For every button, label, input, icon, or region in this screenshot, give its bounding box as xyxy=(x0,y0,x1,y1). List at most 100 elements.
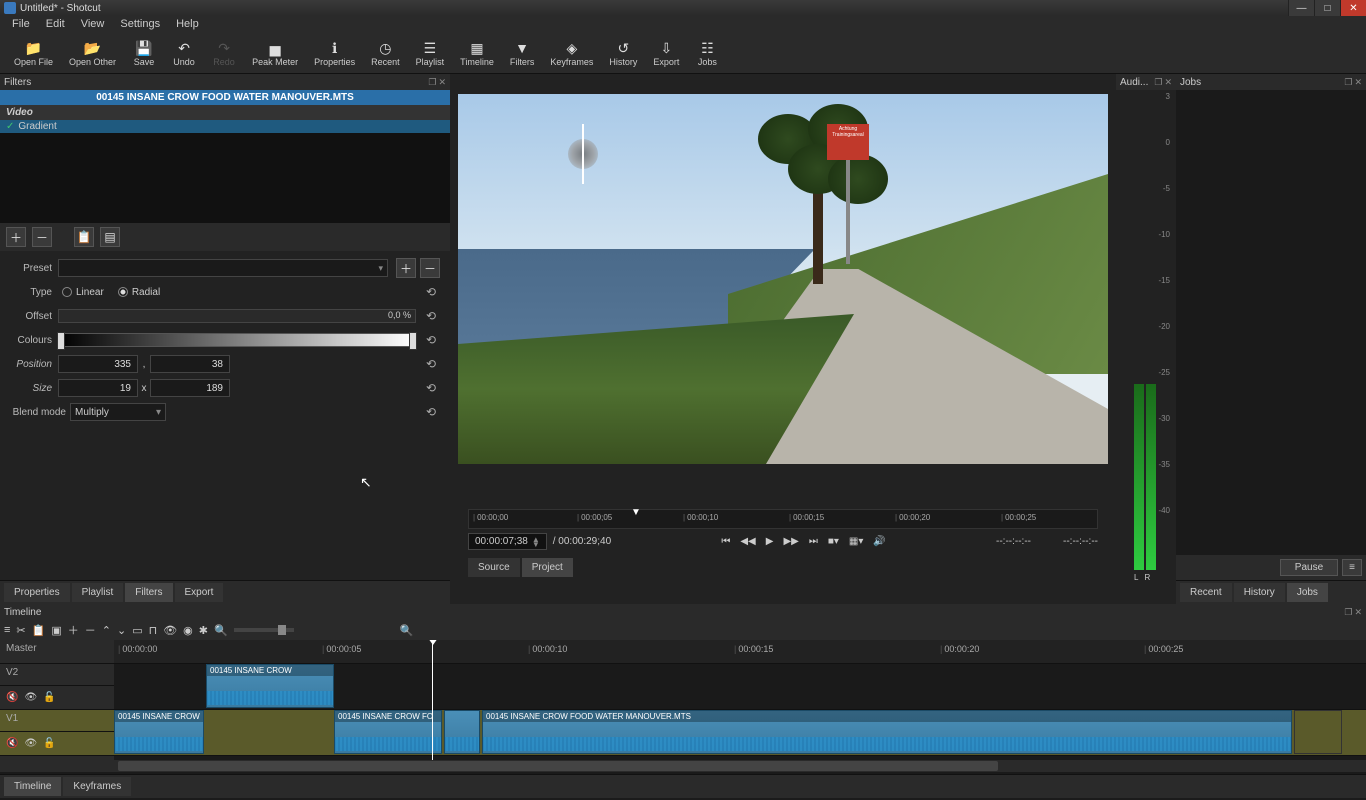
clip-v2[interactable]: 00145 INSANE CROW xyxy=(206,664,334,708)
filters-button[interactable]: ▼Filters xyxy=(502,38,543,69)
timeline-scrollbar[interactable] xyxy=(0,760,1366,772)
timeline-ruler[interactable]: 00:00:00 00:00:05 00:00:10 00:00:15 00:0… xyxy=(114,640,1366,664)
size-w-input[interactable]: 19 xyxy=(58,379,138,397)
tl-zoom-in-button[interactable]: 🔍 xyxy=(400,624,414,637)
radio-radial[interactable] xyxy=(118,287,128,297)
timeline-tracks[interactable]: 00:00:00 00:00:05 00:00:10 00:00:15 00:0… xyxy=(114,640,1366,760)
preset-remove-button[interactable]: － xyxy=(420,258,440,278)
clip-v1-d[interactable]: 00145 INSANE CROW FOOD WATER MANOUVER.MT… xyxy=(482,710,1292,754)
tl-zoom-slider[interactable] xyxy=(234,628,294,632)
size-h-input[interactable]: 189 xyxy=(150,379,230,397)
skip-start-button[interactable]: ⏮ xyxy=(721,536,730,547)
open-other-button[interactable]: 📂Open Other xyxy=(61,38,124,69)
preset-add-button[interactable]: ＋ xyxy=(396,258,416,278)
maximize-button[interactable]: □ xyxy=(1314,0,1340,16)
copy-filter-button[interactable]: 📋 xyxy=(74,227,94,247)
reset-size-button[interactable]: ⟲ xyxy=(422,381,440,395)
timecode-spin[interactable]: ▲▼ xyxy=(532,537,540,547)
tl-cut-button[interactable]: ✂ xyxy=(16,624,25,637)
gradient-stop-left[interactable] xyxy=(57,332,65,350)
tl-zoom-out-button[interactable]: 🔍 xyxy=(214,624,228,637)
tab-properties[interactable]: Properties xyxy=(4,583,70,602)
open-file-button[interactable]: 📁Open File xyxy=(6,38,61,69)
tl-overwrite-button[interactable]: ⌄ xyxy=(117,624,126,637)
track-v1[interactable]: V1 xyxy=(0,710,114,732)
filter-item-gradient[interactable]: ✓ Gradient xyxy=(0,120,450,133)
clip-v1-gap[interactable] xyxy=(1294,710,1342,754)
skip-end-button[interactable]: ⏭ xyxy=(809,536,818,547)
tab-export[interactable]: Export xyxy=(175,583,224,602)
tab-playlist[interactable]: Playlist xyxy=(72,583,124,602)
clip-v1-c[interactable] xyxy=(444,710,480,754)
lock-icon[interactable]: 🔓 xyxy=(43,738,55,749)
preview-ruler[interactable]: 00:00;00 00:00;05 00:00;10 00:00;15 00:0… xyxy=(468,509,1098,529)
close-icon[interactable]: ✕ xyxy=(1164,77,1172,87)
menu-help[interactable]: Help xyxy=(168,16,207,34)
tl-ripple-all-button[interactable]: ✱ xyxy=(199,624,208,637)
clip-v1-a[interactable]: 00145 INSANE CROW xyxy=(114,710,204,754)
tab-recent[interactable]: Recent xyxy=(1180,583,1232,602)
history-button[interactable]: ↺History xyxy=(601,38,645,69)
reset-offset-button[interactable]: ⟲ xyxy=(422,309,440,323)
radio-linear[interactable] xyxy=(62,287,72,297)
tab-filters[interactable]: Filters xyxy=(125,583,172,602)
menu-edit[interactable]: Edit xyxy=(38,16,73,34)
tl-insert-button[interactable]: ▭ xyxy=(132,624,142,637)
preview-playhead-icon[interactable]: ▼ xyxy=(631,507,641,518)
tl-paste-button[interactable]: ▣ xyxy=(51,624,61,637)
keyframes-button[interactable]: ◈Keyframes xyxy=(542,38,601,69)
eye-icon[interactable]: 👁 xyxy=(24,692,37,703)
recent-button[interactable]: ◷Recent xyxy=(363,38,408,69)
position-y-input[interactable]: 38 xyxy=(150,355,230,373)
lock-icon[interactable]: 🔓 xyxy=(43,692,55,703)
reset-colours-button[interactable]: ⟲ xyxy=(422,333,440,347)
tl-lift-button[interactable]: ⌃ xyxy=(102,624,111,637)
peak-meter-button[interactable]: ▅Peak Meter xyxy=(244,38,306,69)
check-icon[interactable]: ✓ xyxy=(6,121,14,132)
tl-ripple-button[interactable]: ◉ xyxy=(183,624,193,637)
tab-jobs[interactable]: Jobs xyxy=(1287,583,1328,602)
minimize-button[interactable]: — xyxy=(1288,0,1314,16)
tab-history[interactable]: History xyxy=(1234,583,1285,602)
close-panel-icon[interactable]: ✕ xyxy=(438,77,446,87)
preset-combo[interactable] xyxy=(58,259,388,277)
track-row-v2[interactable]: 00145 INSANE CROW xyxy=(114,664,1366,710)
undo-button[interactable]: ↶Undo xyxy=(164,38,204,69)
eye-icon[interactable]: 👁 xyxy=(24,738,37,749)
timeline-button[interactable]: ▦Timeline xyxy=(452,38,502,69)
close-button[interactable]: ✕ xyxy=(1340,0,1366,16)
tl-append-button[interactable]: ＋ xyxy=(68,622,79,638)
save-button[interactable]: 💾Save xyxy=(124,38,164,69)
menu-settings[interactable]: Settings xyxy=(112,16,168,34)
zoom-fit-button[interactable]: ■▾ xyxy=(828,536,839,547)
jobs-menu-button[interactable]: ≡ xyxy=(1342,559,1362,576)
remove-filter-button[interactable]: － xyxy=(32,227,52,247)
mute-icon[interactable]: 🔇 xyxy=(6,738,18,749)
reset-type-button[interactable]: ⟲ xyxy=(422,285,440,299)
play-button[interactable]: ▶ xyxy=(766,536,774,547)
tl-snap-button[interactable]: ⊓ xyxy=(149,624,158,637)
clip-v1-b[interactable]: 00145 INSANE CROW FO xyxy=(334,710,442,754)
colours-gradient[interactable] xyxy=(58,333,416,347)
undock-icon[interactable]: ❐ xyxy=(1344,77,1352,87)
grid-button[interactable]: ▦▾ xyxy=(849,536,863,547)
tab-keyframes[interactable]: Keyframes xyxy=(63,777,131,796)
forward-button[interactable]: ▶▶ xyxy=(783,536,798,547)
tab-project[interactable]: Project xyxy=(522,558,573,577)
track-master[interactable]: Master xyxy=(0,640,114,664)
undock-icon[interactable]: ❐ xyxy=(1154,77,1162,87)
undock-icon[interactable]: ❐ xyxy=(1344,607,1352,617)
jobs-pause-button[interactable]: Pause xyxy=(1280,559,1338,576)
gradient-control-overlay[interactable] xyxy=(558,124,608,184)
video-viewer[interactable]: AchtungTrainingsareal xyxy=(458,94,1108,464)
playlist-button[interactable]: ☰Playlist xyxy=(408,38,453,69)
track-row-v1[interactable]: 00145 INSANE CROW 00145 INSANE CROW FO 0… xyxy=(114,710,1366,756)
tl-remove-button[interactable]: － xyxy=(85,622,96,638)
timeline-playhead[interactable] xyxy=(432,640,433,760)
offset-slider[interactable]: 0,0 % xyxy=(58,309,416,323)
menu-file[interactable]: File xyxy=(4,16,38,34)
gradient-stop-right[interactable] xyxy=(409,332,417,350)
export-button[interactable]: ⇩Export xyxy=(645,38,687,69)
tl-menu-button[interactable]: ≡ xyxy=(4,624,10,636)
tl-scrub-button[interactable]: 👁 xyxy=(163,624,177,637)
